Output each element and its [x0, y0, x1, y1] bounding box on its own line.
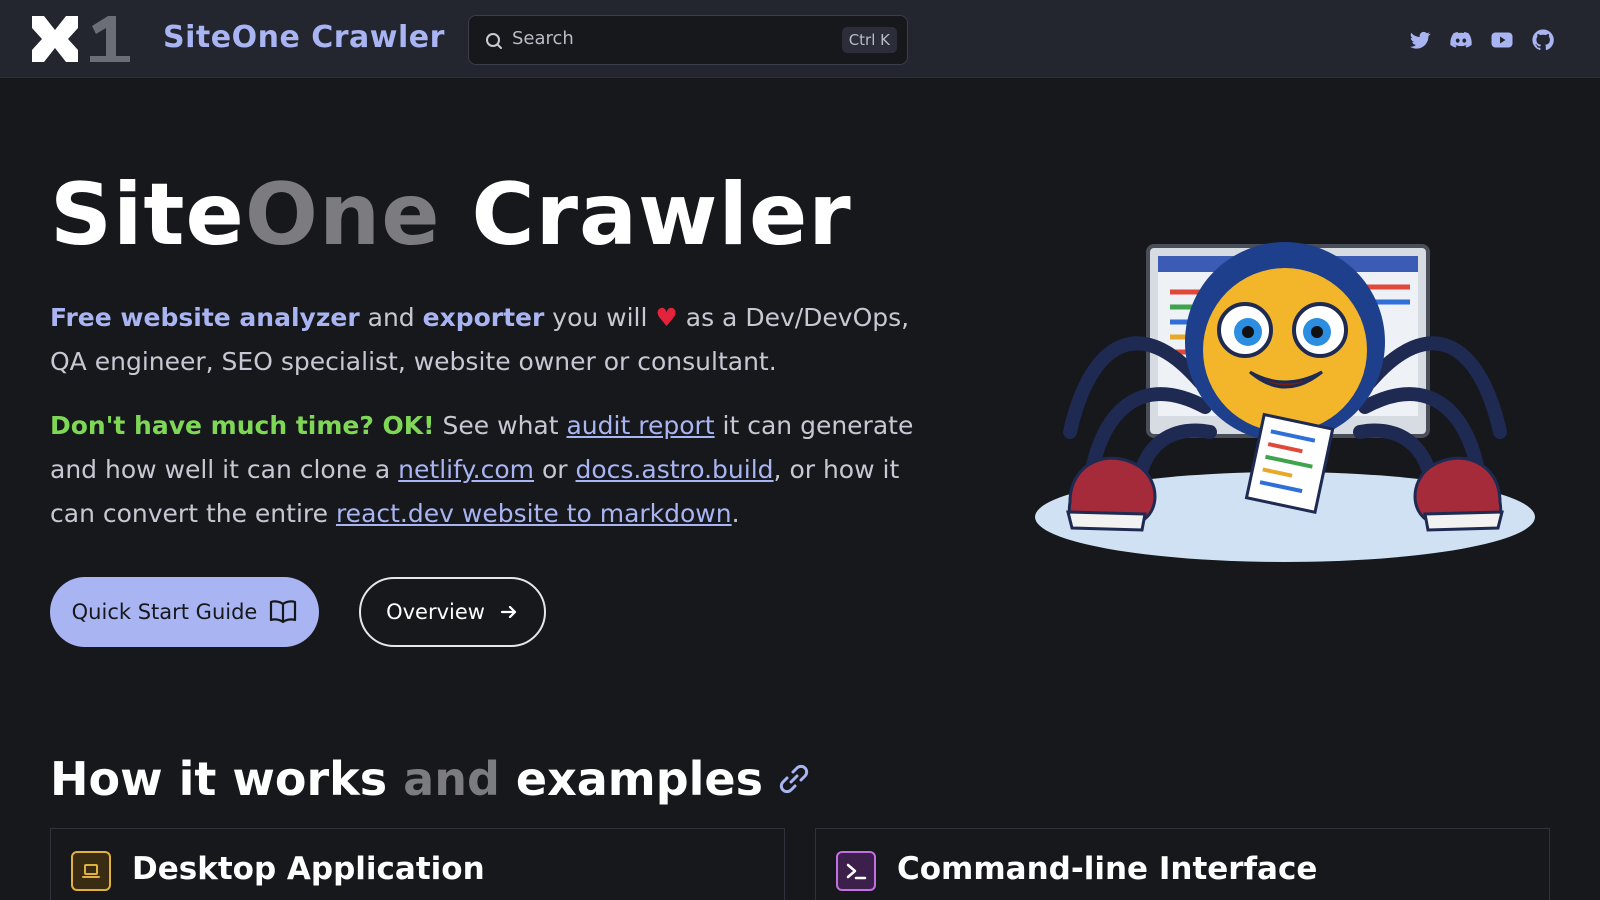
tagline-bold-exporter: exporter	[422, 303, 545, 332]
hero-title-one: One	[244, 165, 441, 265]
react-markdown-link[interactable]: react.dev website to markdown	[336, 499, 732, 528]
search-placeholder: Search	[512, 28, 574, 49]
callout-text: Don't have much time? OK!	[50, 411, 435, 440]
hero-tagline: Free website analyzer and exporter you w…	[50, 296, 940, 384]
social-links	[1408, 28, 1555, 52]
command-line-interface-card[interactable]: Command-line Interface	[815, 828, 1550, 900]
overview-button[interactable]: Overview	[359, 577, 546, 647]
astro-docs-link[interactable]: docs.astro.build	[576, 455, 774, 484]
tagline-text: and	[359, 303, 423, 332]
heading-part: and	[387, 752, 516, 806]
quick-start-guide-button[interactable]: Quick Start Guide	[50, 577, 319, 647]
heading-part: examples	[515, 752, 764, 806]
heart-icon: ♥	[655, 303, 678, 332]
audit-report-link[interactable]: audit report	[566, 411, 714, 440]
book-open-icon	[270, 600, 297, 624]
arrow-right-icon	[500, 605, 517, 619]
search-shortcut-badge: Ctrl K	[841, 27, 897, 53]
github-icon[interactable]	[1531, 28, 1555, 52]
site-title[interactable]: SiteOne Crawler	[163, 20, 445, 55]
hero-examples-text: Don't have much time? OK! See what audit…	[50, 404, 950, 536]
desktop-application-card[interactable]: Desktop Application	[50, 828, 785, 900]
hero-title: SiteOne Crawler	[50, 165, 852, 265]
terminal-icon	[836, 851, 876, 891]
link-icon[interactable]	[777, 762, 811, 796]
netlify-link[interactable]: netlify.com	[398, 455, 534, 484]
tagline-bold-analyzer: Free website analyzer	[50, 303, 360, 332]
card-title: Command-line Interface	[897, 851, 1318, 887]
search-icon	[486, 33, 502, 49]
card-title: Desktop Application	[132, 851, 485, 887]
hero-title-crawler: Crawler	[440, 165, 852, 265]
examples-text: .	[731, 499, 740, 528]
tagline-text: you will	[544, 303, 656, 332]
laptop-icon	[71, 851, 111, 891]
discord-icon[interactable]	[1449, 28, 1473, 52]
overview-label: Overview	[386, 600, 485, 624]
hero-title-site: Site	[50, 165, 245, 265]
examples-text: See what	[434, 411, 567, 440]
heading-part: How it works	[50, 752, 388, 806]
spider-mascot-illustration	[1035, 242, 1535, 562]
siteone-logo-icon[interactable]	[30, 14, 132, 64]
twitter-icon[interactable]	[1408, 28, 1432, 52]
examples-text: or	[534, 455, 576, 484]
top-navbar: SiteOne Crawler Search Ctrl K	[0, 0, 1600, 78]
how-it-works-heading: How it works and examples	[50, 752, 811, 806]
youtube-icon[interactable]	[1490, 28, 1514, 52]
search-box[interactable]: Search Ctrl K	[468, 15, 908, 65]
quick-start-label: Quick Start Guide	[71, 600, 258, 624]
